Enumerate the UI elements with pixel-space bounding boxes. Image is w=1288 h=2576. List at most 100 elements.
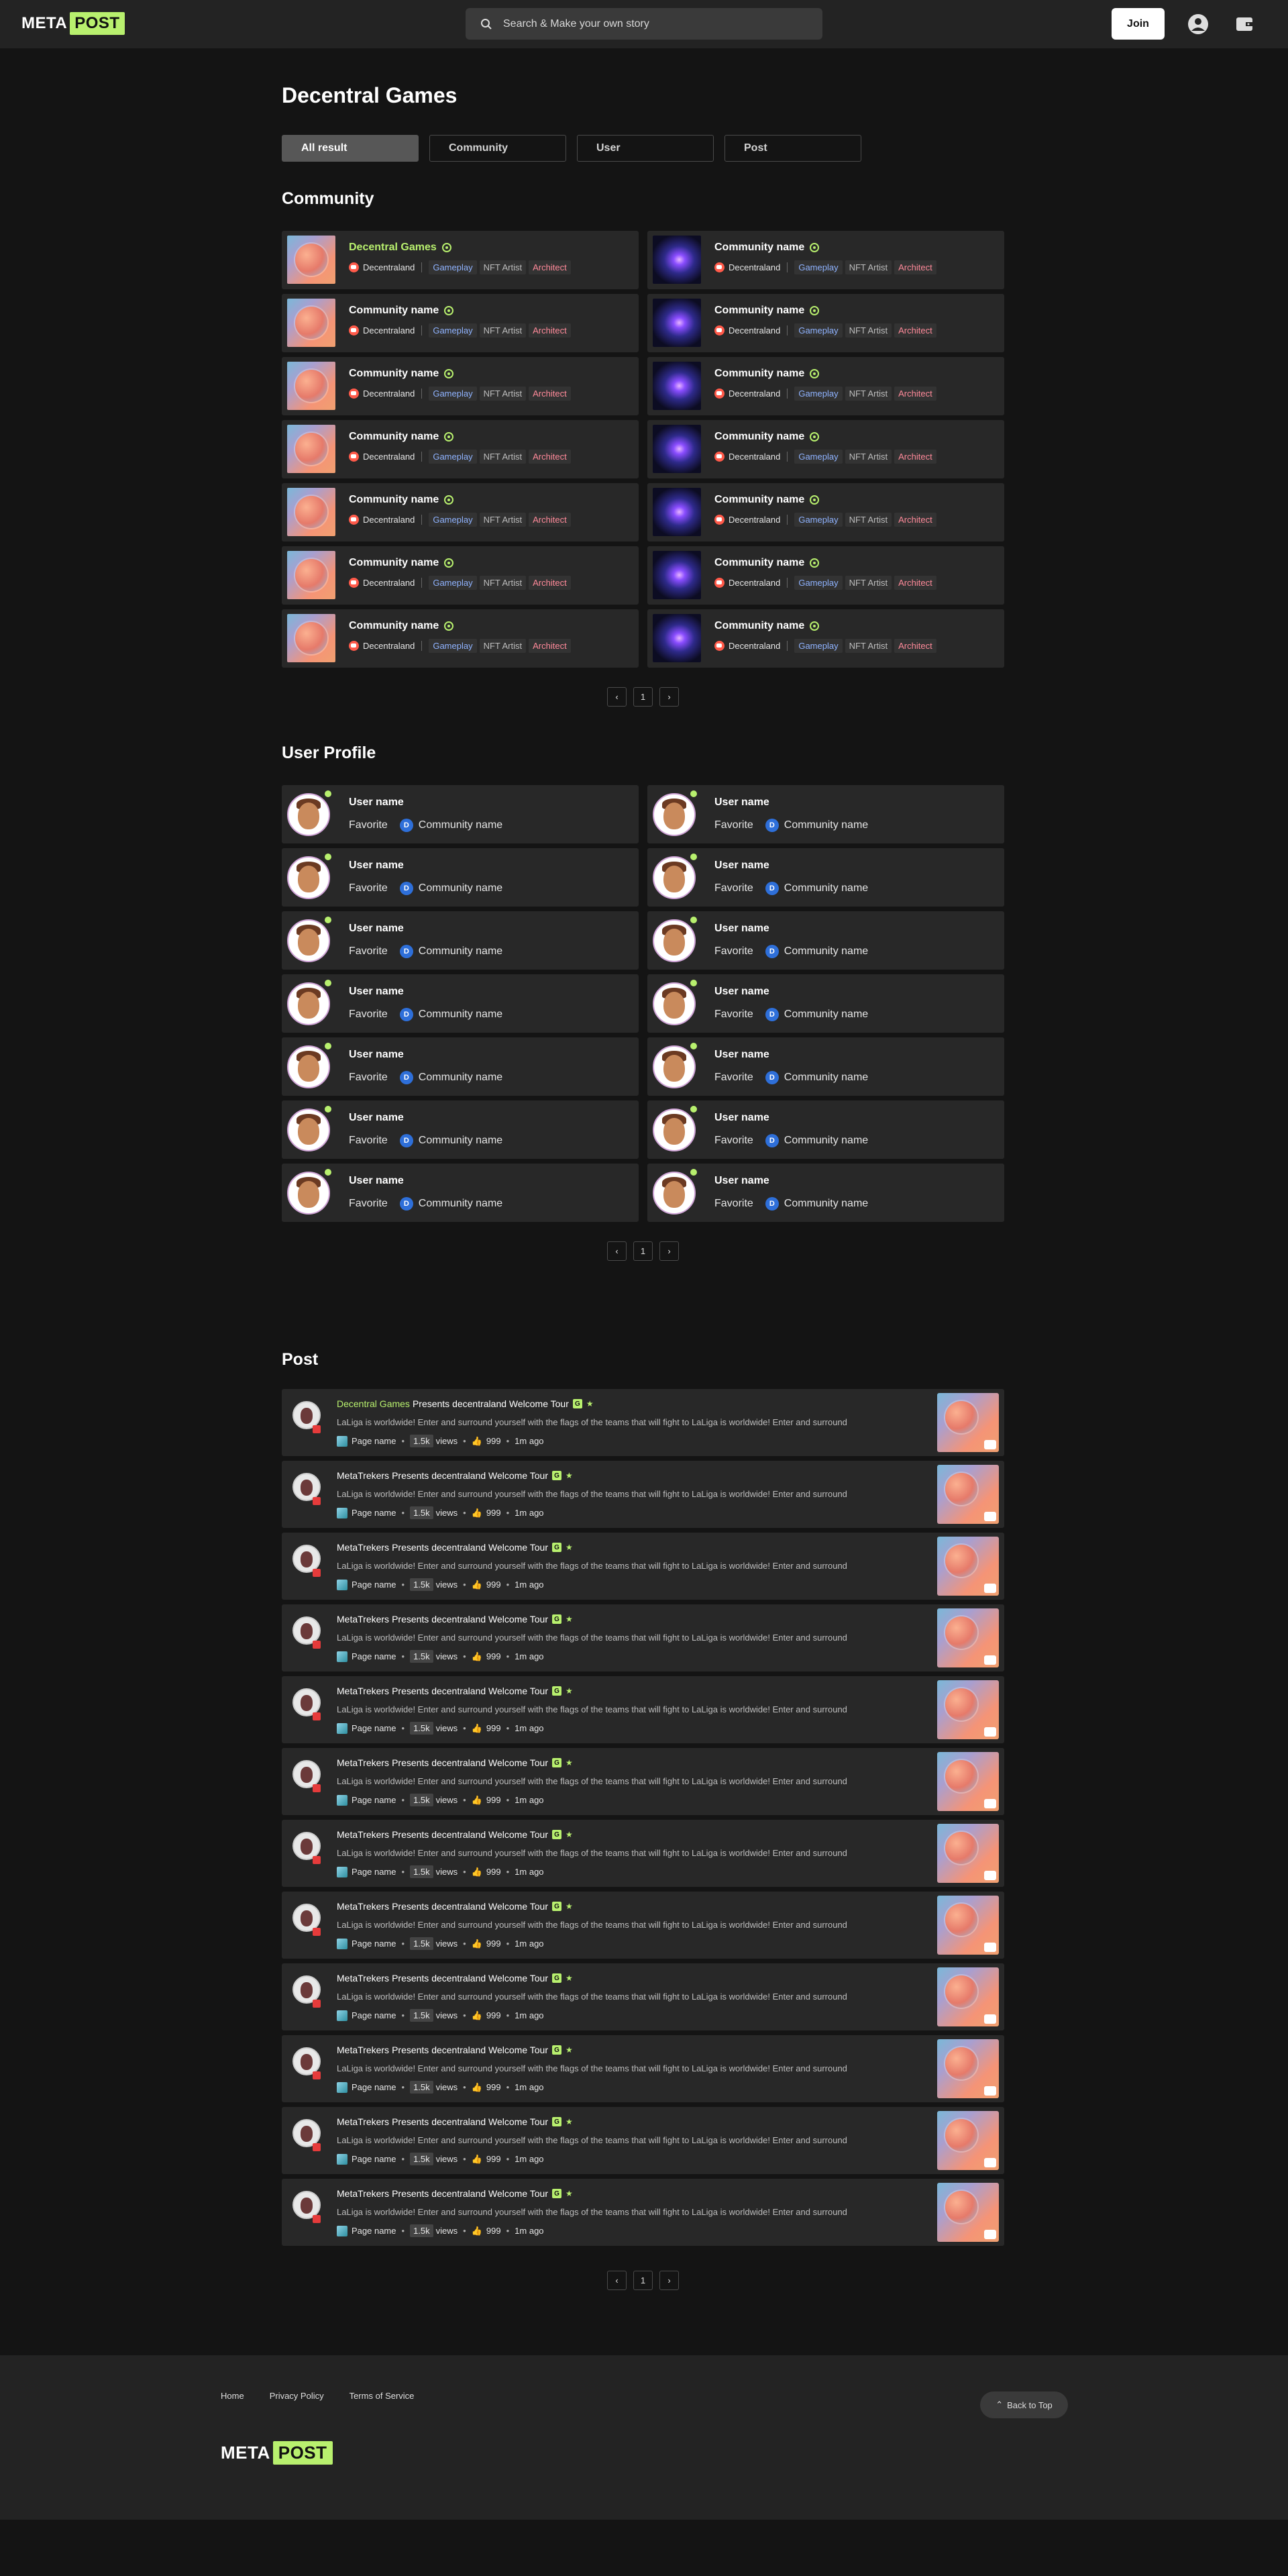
tag-chip[interactable]: Architect	[894, 387, 936, 401]
user-circle-icon[interactable]	[1187, 13, 1210, 36]
post-thumbnail[interactable]	[937, 1680, 999, 1739]
post-author[interactable]: MetaTrekers	[337, 1542, 389, 1553]
community-card[interactable]: Community name Decentraland Gameplay NFT Ar…	[647, 420, 1004, 478]
user-card[interactable]: User name Favorite D Community name	[647, 785, 1004, 843]
thumbs-up-icon[interactable]: 👍	[472, 1508, 482, 1518]
post-author[interactable]: MetaTrekers	[337, 1829, 389, 1840]
favorite-community-name[interactable]: Community name	[419, 1135, 502, 1147]
post-title-text[interactable]: Presents decentraland Welcome Tour	[392, 1542, 548, 1553]
thumbs-up-icon[interactable]: 👍	[472, 2226, 482, 2236]
favorite-community-name[interactable]: Community name	[784, 1009, 868, 1021]
post-author[interactable]: MetaTrekers	[337, 1614, 389, 1625]
wallet-icon[interactable]	[1233, 13, 1256, 36]
post-author[interactable]: Decentral Games	[337, 1398, 410, 1409]
page-name[interactable]: Page name	[352, 1795, 396, 1805]
page-name[interactable]: Page name	[352, 2226, 396, 2236]
site-logo[interactable]: META POST	[21, 12, 125, 35]
tag-chip[interactable]: NFT Artist	[479, 513, 527, 527]
favorite-community-name[interactable]: Community name	[419, 882, 502, 894]
post-card[interactable]: MetaTrekers Presents decentraland Welcome…	[282, 1963, 1004, 2030]
tag-chip[interactable]: Gameplay	[794, 450, 843, 464]
page-number[interactable]: 1	[633, 687, 653, 707]
user-card[interactable]: User name Favorite D Community name	[282, 1037, 639, 1096]
tag-chip[interactable]: NFT Artist	[479, 260, 527, 274]
community-card[interactable]: Community name Decentraland Gameplay NFT Ar…	[282, 294, 639, 352]
post-card[interactable]: MetaTrekers Presents decentraland Welcome…	[282, 1676, 1004, 1743]
tag-chip[interactable]: Gameplay	[429, 639, 477, 653]
footer-logo[interactable]: META POST	[221, 2441, 333, 2465]
tag-chip[interactable]: Architect	[529, 260, 571, 274]
page-name[interactable]: Page name	[352, 2154, 396, 2164]
thumbs-up-icon[interactable]: 👍	[472, 2010, 482, 2021]
community-card[interactable]: Community name Decentraland Gameplay NFT Ar…	[647, 294, 1004, 352]
tag-chip[interactable]: Architect	[894, 260, 936, 274]
page-name[interactable]: Page name	[352, 1939, 396, 1949]
tag-chip[interactable]: Gameplay	[429, 323, 477, 338]
post-author[interactable]: MetaTrekers	[337, 2188, 389, 2199]
tag-chip[interactable]: Architect	[529, 323, 571, 338]
tag-chip[interactable]: Gameplay	[794, 323, 843, 338]
post-title-text[interactable]: Presents decentraland Welcome Tour	[392, 1829, 548, 1840]
footer-link-privacy[interactable]: Privacy Policy	[270, 2391, 324, 2401]
next-page-button[interactable]: ›	[659, 1241, 679, 1261]
tag-chip[interactable]: Architect	[894, 576, 936, 590]
thumbs-up-icon[interactable]: 👍	[472, 1723, 482, 1734]
tag-chip[interactable]: Gameplay	[429, 387, 477, 401]
community-card[interactable]: Community name Decentraland Gameplay NFT Ar…	[647, 546, 1004, 605]
community-card[interactable]: Community name Decentraland Gameplay NFT Ar…	[647, 231, 1004, 289]
user-card[interactable]: User name Favorite D Community name	[282, 785, 639, 843]
community-card[interactable]: Community name Decentraland Gameplay NFT Ar…	[282, 609, 639, 668]
tag-chip[interactable]: Architect	[894, 450, 936, 464]
page-name[interactable]: Page name	[352, 1580, 396, 1590]
post-thumbnail[interactable]	[937, 1824, 999, 1883]
search-input[interactable]: Search & Make your own story	[466, 8, 822, 40]
prev-page-button[interactable]: ‹	[607, 1241, 627, 1261]
tag-chip[interactable]: Architect	[529, 513, 571, 527]
footer-link-home[interactable]: Home	[221, 2391, 244, 2401]
tag-chip[interactable]: Gameplay	[429, 513, 477, 527]
post-title-text[interactable]: Presents decentraland Welcome Tour	[392, 1973, 548, 1983]
page-number[interactable]: 1	[633, 1241, 653, 1261]
tag-chip[interactable]: NFT Artist	[845, 639, 892, 653]
favorite-community-name[interactable]: Community name	[419, 1072, 502, 1084]
tag-chip[interactable]: NFT Artist	[845, 387, 892, 401]
tab-user[interactable]: User	[577, 135, 714, 162]
post-card[interactable]: Decentral Games Presents decentraland Wel…	[282, 1389, 1004, 1456]
community-card[interactable]: Community name Decentraland Gameplay NFT Ar…	[647, 357, 1004, 415]
tab-community[interactable]: Community	[429, 135, 566, 162]
favorite-community-name[interactable]: Community name	[784, 1198, 868, 1210]
page-name[interactable]: Page name	[352, 2082, 396, 2092]
favorite-community-name[interactable]: Community name	[419, 945, 502, 958]
prev-page-button[interactable]: ‹	[607, 687, 627, 707]
tag-chip[interactable]: NFT Artist	[845, 323, 892, 338]
user-card[interactable]: User name Favorite D Community name	[647, 1037, 1004, 1096]
favorite-community-name[interactable]: Community name	[784, 945, 868, 958]
post-thumbnail[interactable]	[937, 1465, 999, 1524]
tag-chip[interactable]: Architect	[894, 513, 936, 527]
next-page-button[interactable]: ›	[659, 2271, 679, 2290]
page-name[interactable]: Page name	[352, 2010, 396, 2020]
tag-chip[interactable]: NFT Artist	[845, 576, 892, 590]
tag-chip[interactable]: NFT Artist	[479, 576, 527, 590]
tag-chip[interactable]: Gameplay	[794, 387, 843, 401]
page-name[interactable]: Page name	[352, 1508, 396, 1518]
thumbs-up-icon[interactable]: 👍	[472, 2154, 482, 2165]
prev-page-button[interactable]: ‹	[607, 2271, 627, 2290]
tag-chip[interactable]: NFT Artist	[845, 450, 892, 464]
post-thumbnail[interactable]	[937, 2111, 999, 2170]
tag-chip[interactable]: Architect	[894, 639, 936, 653]
post-thumbnail[interactable]	[937, 1896, 999, 1955]
post-card[interactable]: MetaTrekers Presents decentraland Welcome…	[282, 2179, 1004, 2246]
post-card[interactable]: MetaTrekers Presents decentraland Welcome…	[282, 1748, 1004, 1815]
post-author[interactable]: MetaTrekers	[337, 1686, 389, 1696]
favorite-community-name[interactable]: Community name	[419, 1009, 502, 1021]
favorite-community-name[interactable]: Community name	[419, 819, 502, 831]
tag-chip[interactable]: Gameplay	[429, 450, 477, 464]
post-thumbnail[interactable]	[937, 1608, 999, 1667]
favorite-community-name[interactable]: Community name	[784, 882, 868, 894]
post-thumbnail[interactable]	[937, 1967, 999, 2026]
post-title-text[interactable]: Presents decentraland Welcome Tour	[413, 1398, 569, 1409]
user-card[interactable]: User name Favorite D Community name	[282, 911, 639, 970]
tag-chip[interactable]: NFT Artist	[479, 323, 527, 338]
tag-chip[interactable]: Gameplay	[794, 639, 843, 653]
